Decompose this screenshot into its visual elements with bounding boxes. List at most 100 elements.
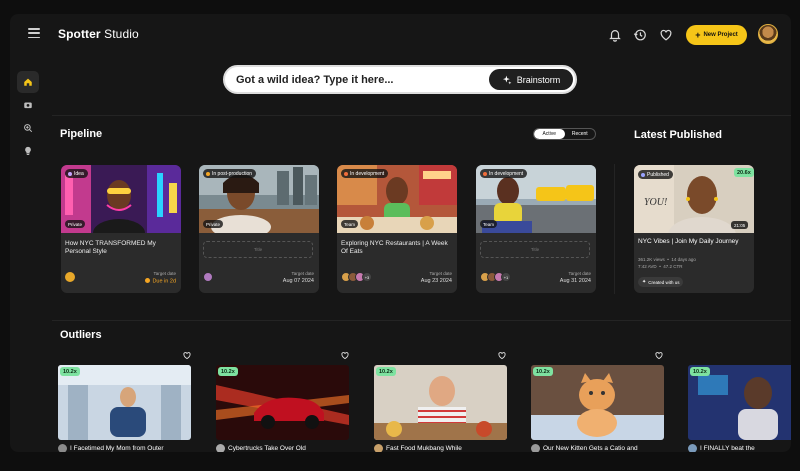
pipeline-card[interactable]: In development Team Title +1 Target date…	[476, 165, 596, 293]
more-collaborators[interactable]: +1	[501, 272, 511, 282]
latest-published-heading: Latest Published	[634, 129, 723, 141]
search-zoom-icon	[24, 124, 33, 133]
menu-icon[interactable]	[28, 28, 40, 38]
channel-avatar	[374, 444, 383, 452]
filter-active[interactable]: Active	[534, 129, 565, 139]
sidebar-item-ideas[interactable]	[17, 140, 39, 162]
visibility-tag: Team	[480, 220, 498, 228]
visibility-tag: Private	[65, 220, 86, 228]
pipeline-heading: Pipeline	[60, 128, 103, 140]
brand-suffix: Studio	[100, 27, 139, 41]
status-dot	[483, 171, 487, 176]
video-thumbnail: 10.2x	[688, 365, 791, 440]
user-avatar[interactable]	[758, 24, 778, 44]
avatar	[65, 272, 75, 282]
brand-name: Spotter	[58, 27, 101, 41]
published-age: 14 days ago	[671, 257, 696, 262]
outlier-multiplier-badge: 10.2x	[690, 367, 710, 376]
status-dot	[68, 171, 72, 176]
video-duration: 21:05	[731, 221, 749, 229]
outlier-title-row: Fast Food Mukbang While	[374, 444, 507, 452]
divider	[52, 115, 791, 116]
status-chip: Published	[638, 170, 673, 179]
status-dot	[641, 172, 645, 177]
bell-icon[interactable]	[608, 28, 622, 42]
sidebar-item-studio[interactable]	[17, 94, 39, 116]
ctr-value: 47.2 CTR	[663, 264, 683, 269]
history-icon[interactable]	[633, 28, 647, 42]
card-title: Exploring NYC Restaurants | A Week Of Ea…	[341, 240, 448, 255]
created-with-label: Created with us	[648, 279, 680, 285]
warning-icon	[145, 278, 151, 283]
brainstorm-button[interactable]: Brainstorm	[489, 69, 573, 90]
outliers-heading: Outliers	[60, 329, 102, 341]
avatar	[203, 272, 213, 282]
title-input[interactable]: Title	[480, 241, 590, 258]
target-date-label: Target date	[568, 271, 591, 276]
sidebar-item-research[interactable]	[17, 117, 39, 139]
card-title: How NYC TRANSFORMED My Personal Style	[65, 240, 156, 255]
channel-avatar	[531, 444, 540, 452]
channel-avatar	[216, 444, 225, 452]
new-project-label: New Project	[703, 32, 738, 38]
outlier-title: Cybertrucks Take Over Old	[228, 445, 306, 452]
heart-icon[interactable]	[659, 28, 673, 42]
new-project-button[interactable]: + New Project	[686, 25, 747, 45]
views-count: 361.2K views	[638, 257, 665, 262]
idea-prompt-text[interactable]: Got a wild idea? Type it here...	[236, 74, 394, 86]
latest-video-title: NYC Vibes | Join My Daily Journey	[638, 238, 739, 245]
collaborator-avatars	[203, 272, 213, 282]
heart-icon[interactable]	[497, 351, 507, 360]
side-rail	[15, 71, 41, 163]
due-text: Due in 2d	[152, 278, 176, 285]
performance-row: 7:42 AVD • 47.2 CTR	[638, 264, 683, 269]
outlier-multiplier-badge: 10.2x	[60, 367, 80, 376]
outlier-video-card[interactable]: 10.2x I FINALLY beat the	[688, 365, 791, 452]
idea-search-bar[interactable]: Got a wild idea? Type it here... Brainst…	[223, 65, 577, 94]
sparkle-icon	[502, 75, 512, 84]
more-collaborators[interactable]: +3	[362, 272, 372, 282]
heart-icon[interactable]	[654, 351, 664, 360]
divider	[52, 320, 791, 321]
sparkle-icon: ✦	[642, 279, 647, 285]
video-stats-row: 361.2K views • 14 days ago	[638, 257, 696, 262]
filter-recent[interactable]: Recent	[565, 129, 596, 139]
latest-published-card[interactable]: YOU! Published 20.6x 21:05 NYC Vibes | J…	[634, 165, 754, 293]
outlier-video-card[interactable]: 10.2x Fast Food Mukbang While	[374, 365, 507, 452]
visibility-tag: Team	[341, 220, 359, 228]
video-thumbnail: 10.2x	[58, 365, 191, 440]
app-window: Spotter Studio + New Project Got a wild i…	[10, 14, 791, 452]
status-label: Idea	[74, 170, 84, 177]
heart-icon[interactable]	[182, 351, 192, 360]
collaborator-avatars	[65, 272, 75, 282]
status-label: In development	[350, 170, 385, 177]
outlier-video-card[interactable]: 10.2x I Facetimed My Mom from Outer	[58, 365, 191, 452]
status-chip: In post-production	[203, 169, 257, 178]
video-thumbnail: 10.2x	[216, 365, 349, 440]
title-input[interactable]: Title	[203, 241, 313, 258]
outlier-title-row: Cybertrucks Take Over Old	[216, 444, 349, 452]
channel-avatar	[688, 444, 697, 452]
outlier-title-row: Our New Kitten Gets a Catio and	[531, 444, 664, 452]
pipeline-card[interactable]: In post-production Private Title Target …	[199, 165, 319, 293]
outlier-multiplier-badge: 10.2x	[376, 367, 396, 376]
pipeline-card[interactable]: In development Team Exploring NYC Restau…	[337, 165, 457, 293]
outlier-video-card[interactable]: 10.2x Our New Kitten Gets a Catio and	[531, 365, 664, 452]
target-date-label: Target date	[429, 271, 452, 276]
status-dot	[206, 171, 210, 176]
brand-logo[interactable]: Spotter Studio	[58, 27, 139, 41]
target-date-label: Target date	[153, 271, 176, 276]
status-chip: Idea	[65, 169, 88, 178]
video-thumbnail: 10.2x	[531, 365, 664, 440]
pipeline-card[interactable]: Idea Private How NYC TRANSFORMED My Pers…	[61, 165, 181, 293]
status-label: Published	[647, 171, 669, 178]
outlier-video-card[interactable]: 10.2x Cybertrucks Take Over Old	[216, 365, 349, 452]
outlier-title: Fast Food Mukbang While	[386, 445, 462, 452]
pipeline-filter-toggle: Active Recent	[533, 128, 596, 140]
heart-icon[interactable]	[340, 351, 350, 360]
svg-text:YOU!: YOU!	[644, 197, 667, 208]
sidebar-item-home[interactable]	[17, 71, 39, 93]
status-label: In development	[489, 170, 524, 177]
status-dot	[344, 171, 348, 176]
outlier-multiplier-badge: 10.2x	[218, 367, 238, 376]
